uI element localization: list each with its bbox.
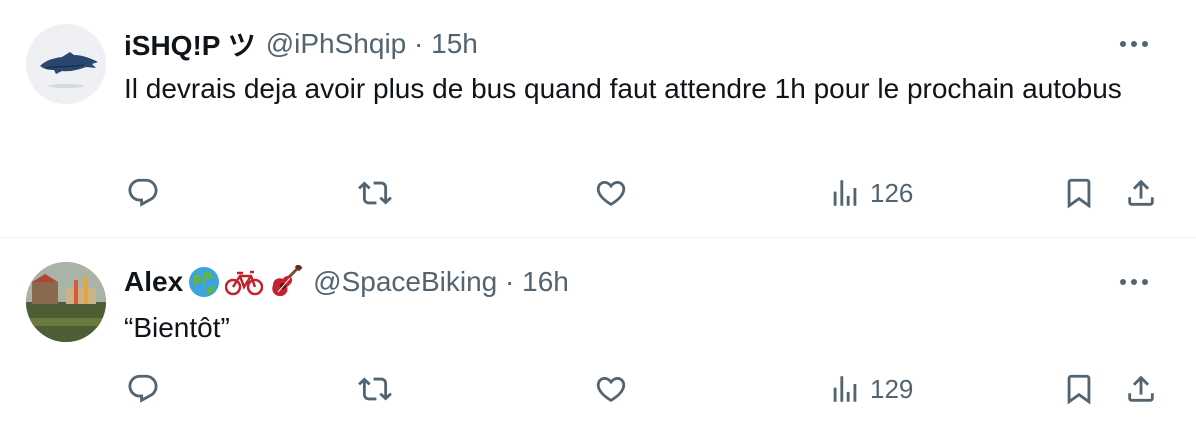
views-button[interactable]: 126 [828,176,913,210]
like-button[interactable] [594,176,628,210]
more-icon [1120,41,1148,47]
retweet-button[interactable] [358,372,392,406]
tweet-header: iSHQ!P ツ @iPhShqip · 15h [124,26,478,62]
retweet-icon [358,377,392,401]
views-icon [833,180,857,206]
display-name[interactable]: Alex [124,266,183,298]
more-icon [1120,279,1148,285]
like-icon [596,376,626,402]
share-button[interactable] [1124,176,1158,210]
guitar-icon [267,265,303,299]
more-button[interactable] [1116,264,1152,300]
tweet[interactable]: iSHQ!P ツ @iPhShqip · 15h Il devrais deja… [0,0,1196,238]
retweet-button[interactable] [358,176,392,210]
share-icon [1128,375,1154,402]
tweet-header: Alex @SpaceBiking · 16h [124,264,569,300]
bookmark-icon [1067,178,1091,209]
bookmark-button[interactable] [1062,176,1096,210]
globe-icon [187,265,221,299]
like-icon [596,180,626,206]
avatar-image [26,24,106,104]
tweet-text: Il devrais deja avoir plus de bus quand … [124,73,1122,104]
bookmark-icon [1067,374,1091,405]
timestamp[interactable]: 16h [522,266,569,297]
views-count: 129 [870,373,914,404]
timestamp[interactable]: 15h [431,28,478,59]
avatar-image [26,262,106,342]
handle[interactable]: @SpaceBiking [313,266,497,297]
views-button[interactable]: 129 [828,372,913,406]
bicycle-icon [225,267,264,297]
more-button[interactable] [1116,26,1152,62]
tweet[interactable]: Alex @SpaceBiking · 16h “Bientôt” 129 [0,238,1196,428]
reply-button[interactable] [126,176,160,210]
handle[interactable]: @iPhShqip [266,28,407,59]
separator: · [505,266,515,297]
avatar[interactable] [26,262,106,342]
avatar[interactable] [26,24,106,104]
tweet-text: “Bientôt” [124,312,230,343]
retweet-icon [358,181,392,205]
display-name[interactable]: iSHQ!P ツ [124,24,256,64]
separator: · [414,28,424,59]
reply-button[interactable] [126,372,160,406]
like-button[interactable] [594,372,628,406]
bookmark-button[interactable] [1062,372,1096,406]
share-icon [1128,179,1154,206]
views-count: 126 [870,177,914,208]
reply-icon [128,178,158,207]
handle-meta: @iPhShqip · 15h [266,28,478,60]
handle-meta: @SpaceBiking · 16h [313,266,569,298]
share-button[interactable] [1124,372,1158,406]
reply-icon [128,374,158,403]
views-icon [833,376,857,402]
